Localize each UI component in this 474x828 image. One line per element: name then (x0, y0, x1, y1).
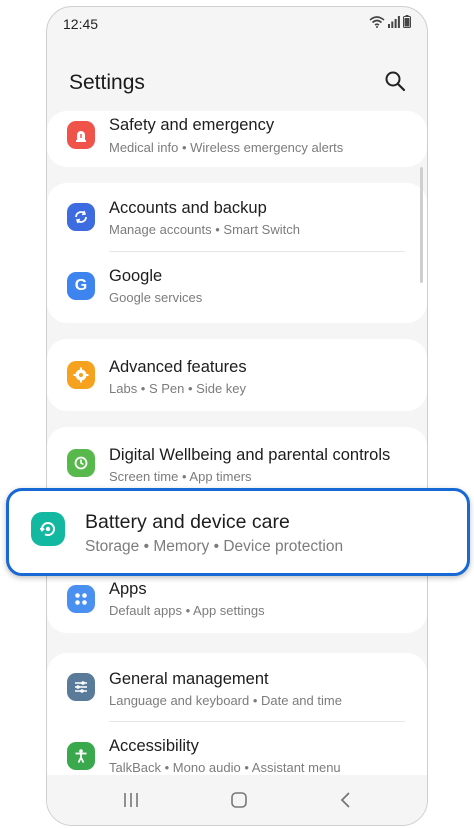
item-sub: Language and keyboard • Date and time (109, 693, 342, 708)
home-icon[interactable] (230, 791, 248, 809)
item-label: General management (109, 670, 269, 688)
item-label: Accessibility (109, 737, 199, 755)
item-sub: Default apps • App settings (109, 603, 265, 618)
siren-icon (67, 121, 95, 149)
card-advanced: Advanced features Labs • S Pen • Side ke… (47, 339, 427, 411)
status-time: 12:45 (63, 16, 99, 32)
card-accounts-google: Accounts and backup Manage accounts • Sm… (47, 183, 427, 323)
settings-item-safety[interactable]: Safety and emergency Medical info • Wire… (47, 91, 427, 167)
battery-icon (403, 15, 411, 28)
sliders-icon (67, 673, 95, 701)
item-label: Battery and device care (85, 511, 290, 533)
item-label: Advanced features (109, 358, 247, 376)
settings-item-wellbeing[interactable]: Digital Wellbeing and parental controls … (47, 427, 427, 495)
item-label: Google (109, 267, 163, 285)
navigation-bar (47, 775, 427, 825)
back-icon[interactable] (339, 791, 351, 809)
item-sub: Google services (109, 290, 203, 305)
settings-item-battery-highlighted[interactable]: Battery and device care Storage • Memory… (6, 488, 470, 576)
sync-icon (67, 203, 95, 231)
item-sub: Screen time • App timers (109, 469, 252, 484)
item-sub: Labs • S Pen • Side key (109, 381, 247, 396)
scrollbar[interactable] (420, 167, 423, 283)
card-general-accessibility: General management Language and keyboard… (47, 653, 427, 793)
settings-item-google[interactable]: G Google Google services (47, 252, 427, 320)
card-safety: Safety and emergency Medical info • Wire… (47, 111, 427, 167)
recent-apps-icon[interactable] (123, 792, 139, 808)
item-sub: TalkBack • Mono audio • Assistant menu (109, 760, 341, 775)
accessibility-icon (67, 742, 95, 770)
settings-item-general[interactable]: General management Language and keyboard… (47, 653, 427, 721)
item-sub: Medical info • Wireless emergency alerts (109, 140, 344, 155)
item-label: Safety and emergency (109, 116, 275, 134)
item-sub: Storage • Memory • Device protection (85, 538, 344, 555)
wellbeing-icon (67, 449, 95, 477)
google-icon: G (67, 272, 95, 300)
item-label: Digital Wellbeing and parental controls (109, 446, 391, 464)
settings-item-accounts[interactable]: Accounts and backup Manage accounts • Sm… (47, 183, 427, 251)
search-icon[interactable] (383, 69, 407, 93)
item-label: Apps (109, 580, 147, 598)
item-label: Accounts and backup (109, 199, 267, 217)
status-icons (369, 15, 411, 28)
status-bar: 12:45 (47, 7, 427, 41)
apps-icon (67, 585, 95, 613)
wifi-icon (369, 15, 385, 28)
phone-frame: 12:45 Settings Safety and emergency Medi… (46, 6, 428, 826)
signal-icon (388, 15, 400, 28)
device-care-icon (31, 512, 65, 546)
item-sub: Manage accounts • Smart Switch (109, 222, 300, 237)
gear-plus-icon (67, 361, 95, 389)
settings-item-advanced[interactable]: Advanced features Labs • S Pen • Side ke… (47, 339, 427, 407)
